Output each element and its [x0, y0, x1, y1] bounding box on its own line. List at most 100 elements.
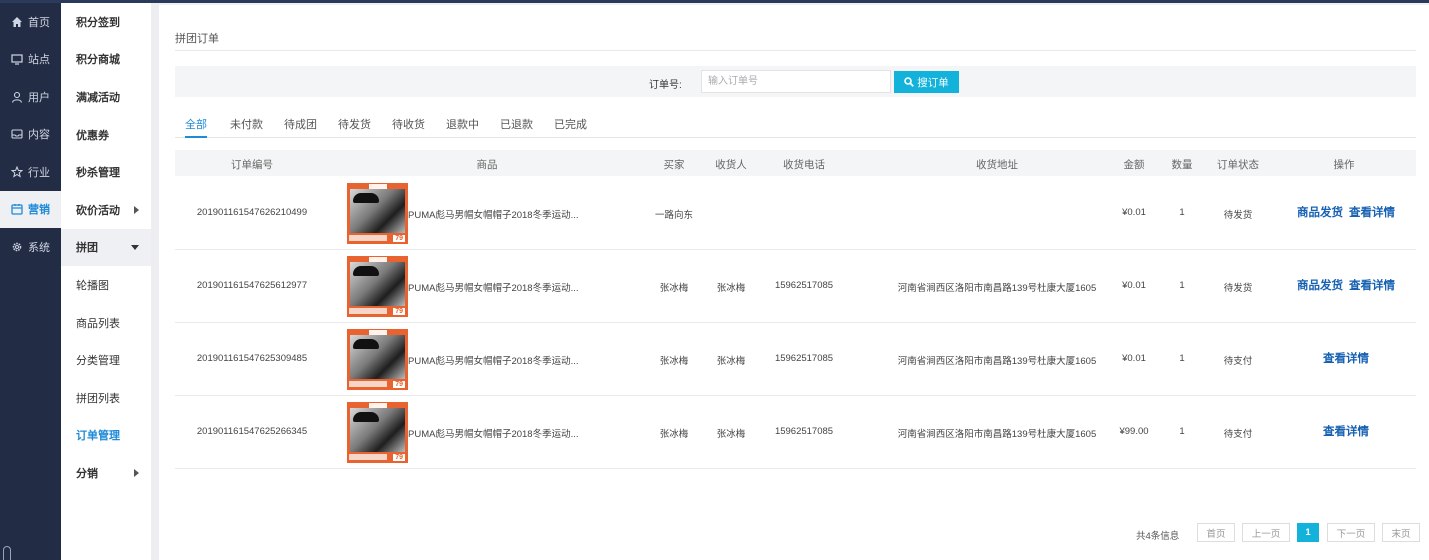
- nav2-item-category[interactable]: 分类管理: [61, 341, 151, 379]
- status: 待发货: [1223, 283, 1253, 294]
- nav2-item-flash-sale[interactable]: 秒杀管理: [61, 153, 151, 191]
- search-icon: [904, 77, 915, 87]
- view-detail-button[interactable]: 查看详情: [1323, 423, 1369, 439]
- goods-title: PUMA彪马男帽女帽帽子2018冬季运动...: [408, 356, 579, 367]
- monitor-icon: [10, 52, 24, 66]
- tab-pending-group[interactable]: 待成团: [284, 116, 317, 138]
- nav-user[interactable]: 用户: [0, 78, 61, 116]
- nav-home[interactable]: 首页: [0, 3, 61, 41]
- order-no: 201901161547625266345: [196, 426, 308, 437]
- nav2-item-goods-list[interactable]: 商品列表: [61, 304, 151, 342]
- goods-title: PUMA彪马男帽女帽帽子2018冬季运动...: [408, 210, 579, 221]
- view-detail-button[interactable]: 查看详情: [1349, 204, 1395, 220]
- nav2-item-distribution[interactable]: 分销: [61, 454, 151, 492]
- col-amount: 金额: [1123, 159, 1145, 171]
- goods-title: PUMA彪马男帽女帽帽子2018冬季运动...: [408, 283, 579, 294]
- ship-button[interactable]: 商品发货: [1297, 277, 1343, 293]
- nav2-item-group-list[interactable]: 拼团列表: [61, 379, 151, 417]
- nav-system[interactable]: 系统: [0, 228, 61, 266]
- nav2-item-coupon[interactable]: 优惠券: [61, 116, 151, 154]
- ship-button[interactable]: 商品发货: [1297, 204, 1343, 220]
- nav2-label: 砍价活动: [76, 204, 120, 217]
- main-panel: 拼团订单 订单号: 搜订单 全部 未付款 待成团 待发货 待收货 退款中 已退款…: [159, 5, 1429, 560]
- nav-site[interactable]: 站点: [0, 41, 61, 79]
- tab-completed[interactable]: 已完成: [554, 116, 587, 138]
- next-page-button[interactable]: 下一页: [1327, 523, 1375, 542]
- address: 河南省涧西区洛阳市南昌路139号杜康大厦1605: [897, 356, 1097, 367]
- receiver: 张冰梅: [716, 429, 746, 440]
- home-icon: [10, 15, 24, 29]
- nav2-item-group-buy[interactable]: 拼团: [61, 228, 151, 267]
- table-header: 订单编号 商品 买家 收货人 收货电话 收货地址 金额 数量 订单状态 操作: [175, 150, 1416, 176]
- order-no: 201901161547625309485: [196, 353, 308, 364]
- last-page-button[interactable]: 末页: [1382, 523, 1420, 542]
- buyer: 张冰梅: [659, 356, 689, 367]
- nav2-label: 积分签到: [76, 16, 120, 29]
- goods-thumbnail[interactable]: 79: [347, 329, 408, 390]
- search-order-button[interactable]: 搜订单: [894, 71, 959, 93]
- phone: 15962517085: [774, 353, 834, 364]
- order-no-input[interactable]: [701, 70, 891, 93]
- tab-unpaid[interactable]: 未付款: [230, 116, 263, 138]
- nav-system-label: 系统: [28, 241, 50, 254]
- order-status-tabs: 全部 未付款 待成团 待发货 待收货 退款中 已退款 已完成: [175, 112, 1416, 138]
- qty: 1: [1179, 280, 1185, 291]
- tab-refunded[interactable]: 已退款: [500, 116, 533, 138]
- page-1-button[interactable]: 1: [1297, 523, 1319, 542]
- secondary-sidebar: 积分签到 积分商城 满减活动 优惠券 秒杀管理 砍价活动 拼团 轮播图 商品列表…: [61, 3, 151, 560]
- user-icon: [10, 90, 24, 104]
- tab-refunding[interactable]: 退款中: [446, 116, 479, 138]
- nav2-item-discount[interactable]: 满减活动: [61, 78, 151, 116]
- nav2-label: 分销: [76, 467, 98, 480]
- view-detail-button[interactable]: 查看详情: [1323, 350, 1369, 366]
- tab-to-receive[interactable]: 待收货: [392, 116, 425, 138]
- qty: 1: [1179, 353, 1185, 364]
- star-icon: [10, 165, 24, 179]
- nav-content[interactable]: 内容: [0, 116, 61, 154]
- nav2-item-bargain[interactable]: 砍价活动: [61, 191, 151, 229]
- nav2-item-order-manage[interactable]: 订单管理: [61, 417, 151, 455]
- search-bar: 订单号: 搜订单: [175, 66, 1416, 97]
- nav2-item-carousel[interactable]: 轮播图: [61, 266, 151, 304]
- view-detail-button[interactable]: 查看详情: [1349, 277, 1395, 293]
- qty: 1: [1179, 426, 1185, 437]
- tab-all[interactable]: 全部: [185, 116, 207, 138]
- order-no: 201901161547625612977: [196, 280, 308, 291]
- nav2-label: 分类管理: [76, 355, 120, 368]
- nav2-item-points-checkin[interactable]: 积分签到: [61, 3, 151, 41]
- amount: ¥0.01: [1122, 280, 1146, 291]
- thumb-price: 79: [393, 454, 405, 461]
- nav-marketing[interactable]: 营销: [0, 190, 61, 228]
- col-receiver: 收货人: [715, 159, 747, 171]
- qty: 1: [1179, 207, 1185, 218]
- goods-thumbnail[interactable]: 79: [347, 256, 408, 317]
- col-actions: 操作: [1333, 159, 1355, 171]
- status: 待支付: [1223, 429, 1253, 440]
- sidebar-scroll-handle[interactable]: [3, 546, 11, 560]
- address: 河南省涧西区洛阳市南昌路139号杜康大厦1605: [897, 283, 1097, 294]
- nav2-label: 满减活动: [76, 91, 120, 104]
- goods-thumbnail[interactable]: 79: [347, 183, 408, 244]
- nav2-label: 订单管理: [76, 430, 120, 443]
- gear-icon: [10, 240, 24, 254]
- prev-page-button[interactable]: 上一页: [1242, 523, 1290, 542]
- nav2-item-points-mall[interactable]: 积分商城: [61, 41, 151, 79]
- top-border: [0, 0, 1429, 3]
- nav2-label: 拼团: [76, 242, 98, 255]
- nav-industry-label: 行业: [28, 166, 50, 179]
- chevron-down-icon: [131, 244, 139, 250]
- first-page-button[interactable]: 首页: [1197, 523, 1235, 542]
- nav-industry[interactable]: 行业: [0, 153, 61, 191]
- table-row: 201901161547625309485 79 PUMA彪马男帽女帽帽子201…: [175, 323, 1416, 396]
- panel-gutter: [151, 3, 159, 560]
- table-row: 201901161547625266345 79 PUMA彪马男帽女帽帽子201…: [175, 396, 1416, 469]
- tab-to-ship[interactable]: 待发货: [338, 116, 371, 138]
- chevron-right-icon: [134, 205, 139, 214]
- col-phone: 收货电话: [783, 159, 825, 171]
- col-qty: 数量: [1171, 159, 1193, 171]
- goods-thumbnail[interactable]: 79: [347, 402, 408, 463]
- chevron-right-icon: [134, 468, 139, 477]
- nav-home-label: 首页: [28, 16, 50, 29]
- nav2-label: 商品列表: [76, 317, 120, 330]
- thumb-price: 79: [393, 308, 405, 315]
